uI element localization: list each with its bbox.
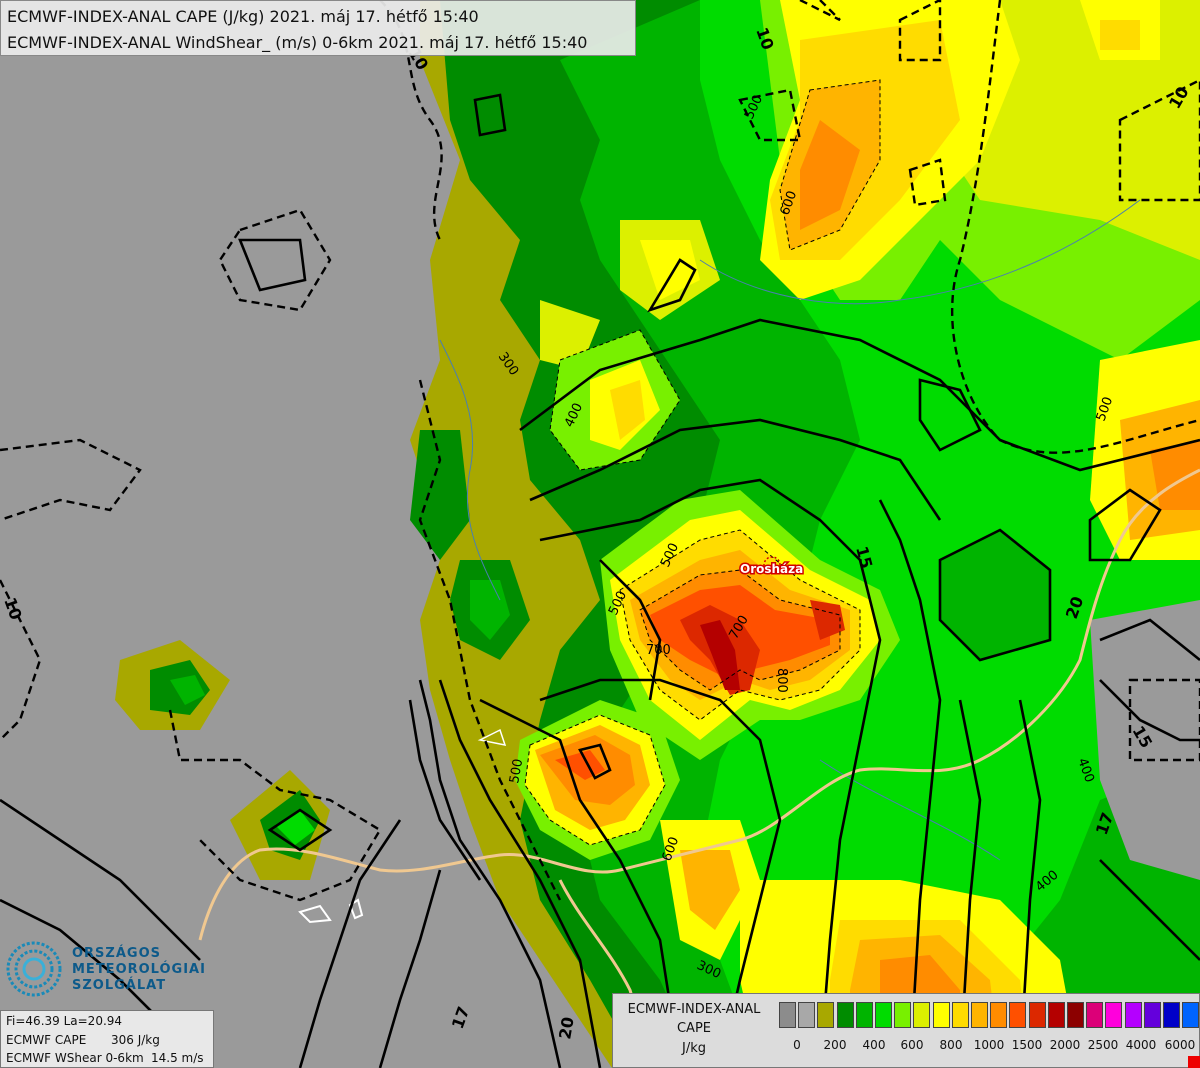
readout-cape-label: ECMWF CAPE: [6, 1033, 87, 1047]
legend-swatch: [1009, 1002, 1027, 1028]
legend-swatch: [1067, 1002, 1084, 1028]
legend-tick-label: 6000: [1164, 1038, 1196, 1052]
legend-tick-label: 2000: [1049, 1038, 1081, 1052]
legend-swatch: [913, 1002, 931, 1028]
legend-title-line2: CAPE: [676, 1021, 712, 1036]
legend-swatch: [779, 1002, 796, 1028]
legend-title-line1: ECMWF-INDEX-ANAL: [627, 1002, 761, 1017]
map-title-box: ECMWF-INDEX-ANAL CAPE (J/kg) 2021. máj 1…: [0, 0, 636, 56]
logo-text-line3: SZOLGÁLAT: [72, 978, 167, 993]
legend-tick-label: 200: [823, 1038, 847, 1052]
legend-tick-label: 1000: [973, 1038, 1005, 1052]
legend-tick-label: 400: [862, 1038, 886, 1052]
cape-legend: ECMWF-INDEX-ANAL CAPE J/kg 0 200 400 600 800…: [612, 993, 1200, 1068]
legend-swatch: [817, 1002, 835, 1028]
legend-swatch: [1182, 1002, 1200, 1028]
legend-swatch: [1124, 1002, 1142, 1028]
corner-marker: [1188, 1056, 1200, 1068]
legend-swatch: [836, 1002, 854, 1028]
legend-tick-label: 0: [793, 1038, 801, 1052]
weather-map: 300 400 500 500 500 600 600 600 700 800 …: [0, 0, 1200, 1068]
cape-contour-label: 700: [646, 643, 671, 658]
legend-title-line3: J/kg: [682, 1041, 706, 1056]
legend-swatch: [932, 1002, 950, 1028]
legend-swatch: [1143, 1002, 1161, 1028]
title-windshear: ECMWF-INDEX-ANAL WindShear_ (m/s) 0-6km …: [7, 33, 588, 52]
omsz-logo: ORSZÁGOS METEOROLÓGIAI SZOLGÁLAT: [6, 936, 205, 1002]
cape-contour-label: 800: [774, 668, 789, 693]
city-label: Orosháza: [740, 562, 803, 576]
logo-text-line1: ORSZÁGOS: [72, 946, 161, 961]
legend-swatch: [951, 1002, 969, 1028]
legend-swatch: [990, 1002, 1008, 1028]
legend-tick-label: 4000: [1125, 1038, 1157, 1052]
legend-swatch: [855, 1002, 873, 1028]
readout-shear-value: 14.5 m/s: [151, 1051, 204, 1065]
logo-rings-icon: [6, 941, 62, 997]
legend-swatch: [894, 1002, 912, 1028]
readout-coords: Fi=46.39 La=20.94: [6, 1014, 123, 1028]
legend-swatch: [1105, 1002, 1123, 1028]
title-cape: ECMWF-INDEX-ANAL CAPE (J/kg) 2021. máj 1…: [7, 7, 479, 26]
legend-swatch: [1047, 1002, 1065, 1028]
legend-tick-label: 600: [900, 1038, 924, 1052]
readout-shear-label: ECMWF WShear 0-6km: [6, 1051, 144, 1065]
legend-swatch: [971, 1002, 988, 1028]
legend-tick-label: 800: [939, 1038, 963, 1052]
legend-swatch: [1086, 1002, 1104, 1028]
legend-swatch: [1163, 1002, 1180, 1028]
readout-cape-value: 306 J/kg: [111, 1033, 160, 1047]
legend-tick-label: 1500: [1011, 1038, 1043, 1052]
legend-swatch: [798, 1002, 816, 1028]
point-readout: Fi=46.39 La=20.94 ECMWF CAPE 306 J/kg EC…: [0, 1010, 214, 1068]
logo-text-line2: METEOROLÓGIAI: [72, 962, 206, 977]
legend-swatch: [1028, 1002, 1046, 1028]
shear-contour-label: 20: [555, 1015, 578, 1040]
legend-tick-label: 2500: [1087, 1038, 1119, 1052]
legend-swatch: [875, 1002, 892, 1028]
